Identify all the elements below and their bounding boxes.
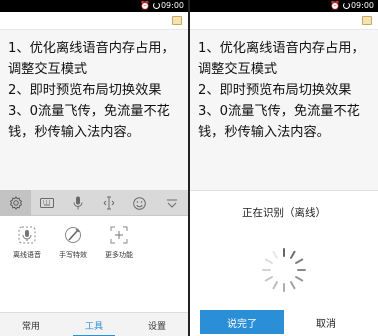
more-functions-button[interactable]: 更多功能 — [94, 224, 144, 260]
keyboard-toolbar — [0, 190, 188, 216]
voice-recognition-panel: 正在识别（离线） 说完了 取消 — [190, 190, 378, 336]
keyboard-panel: 离线语音 手写特效 更多功能 常用 工具 设置 — [0, 190, 188, 336]
function-grid: 离线语音 手写特效 更多功能 — [0, 216, 188, 312]
editor-line: 2、即时预览布局切换效果 — [8, 83, 162, 98]
action-bar — [0, 12, 188, 30]
handwriting-icon — [62, 224, 84, 246]
cancel-button[interactable]: 取消 — [284, 310, 368, 334]
status-time: 09:00 — [160, 1, 184, 10]
tab-settings[interactable]: 设置 — [126, 313, 188, 336]
voice-actions: 说完了 取消 — [200, 310, 368, 334]
editor-line: 1、优化离线语音内存占用，调整交互模式 — [8, 41, 175, 77]
keyboard-tabs: 常用 工具 设置 — [0, 312, 188, 336]
collapse-icon[interactable] — [155, 190, 188, 216]
done-speaking-button[interactable]: 说完了 — [200, 310, 284, 334]
status-bar: ⏰ 09:00 — [190, 0, 378, 12]
settings-icon[interactable] — [0, 190, 31, 216]
loading-spinner-icon — [262, 248, 306, 292]
function-label: 更多功能 — [105, 251, 133, 259]
offline-voice-icon — [16, 224, 38, 246]
left-screen: ⏰ 09:00 1、优化离线语音内存占用，调整交互模式 2、即时预览布局切换效果… — [0, 0, 188, 336]
editor-line: 3、0流量飞传，免流量不花钱，秒传输入法内容。 — [198, 104, 360, 140]
emoji-icon[interactable] — [124, 190, 155, 216]
editor-line: 2、即时预览布局切换效果 — [198, 83, 352, 98]
function-label: 离线语音 — [13, 251, 41, 259]
keyboard-icon[interactable] — [31, 190, 62, 216]
function-label: 手写特效 — [59, 251, 87, 259]
alarm-icon: ⏰ — [140, 1, 150, 10]
sync-icon — [343, 2, 350, 9]
keyboard-mini-icon[interactable] — [362, 16, 372, 25]
tab-tools[interactable]: 工具 — [63, 313, 125, 336]
status-bar: ⏰ 09:00 — [0, 0, 188, 12]
more-functions-icon — [108, 224, 130, 246]
status-time: 09:00 — [350, 1, 374, 10]
tab-common[interactable]: 常用 — [0, 313, 62, 336]
offline-voice-button[interactable]: 离线语音 — [2, 224, 52, 260]
handwriting-button[interactable]: 手写特效 — [48, 224, 98, 260]
action-bar — [190, 12, 378, 30]
editor-line: 1、优化离线语音内存占用，调整交互模式 — [198, 41, 365, 77]
editor-line: 3、0流量飞传，免流量不花钱，秒传输入法内容。 — [8, 104, 170, 140]
alarm-icon: ⏰ — [330, 1, 340, 10]
sync-icon — [153, 2, 160, 9]
text-editor[interactable]: 1、优化离线语音内存占用，调整交互模式 2、即时预览布局切换效果 3、0流量飞传… — [0, 32, 188, 143]
right-screen: ⏰ 09:00 1、优化离线语音内存占用，调整交互模式 2、即时预览布局切换效果… — [190, 0, 378, 336]
recognition-status: 正在识别（离线） — [242, 207, 326, 219]
cursor-icon[interactable] — [93, 190, 124, 216]
text-editor[interactable]: 1、优化离线语音内存占用，调整交互模式 2、即时预览布局切换效果 3、0流量飞传… — [190, 32, 378, 143]
microphone-icon[interactable] — [62, 190, 93, 216]
keyboard-mini-icon[interactable] — [172, 16, 182, 25]
